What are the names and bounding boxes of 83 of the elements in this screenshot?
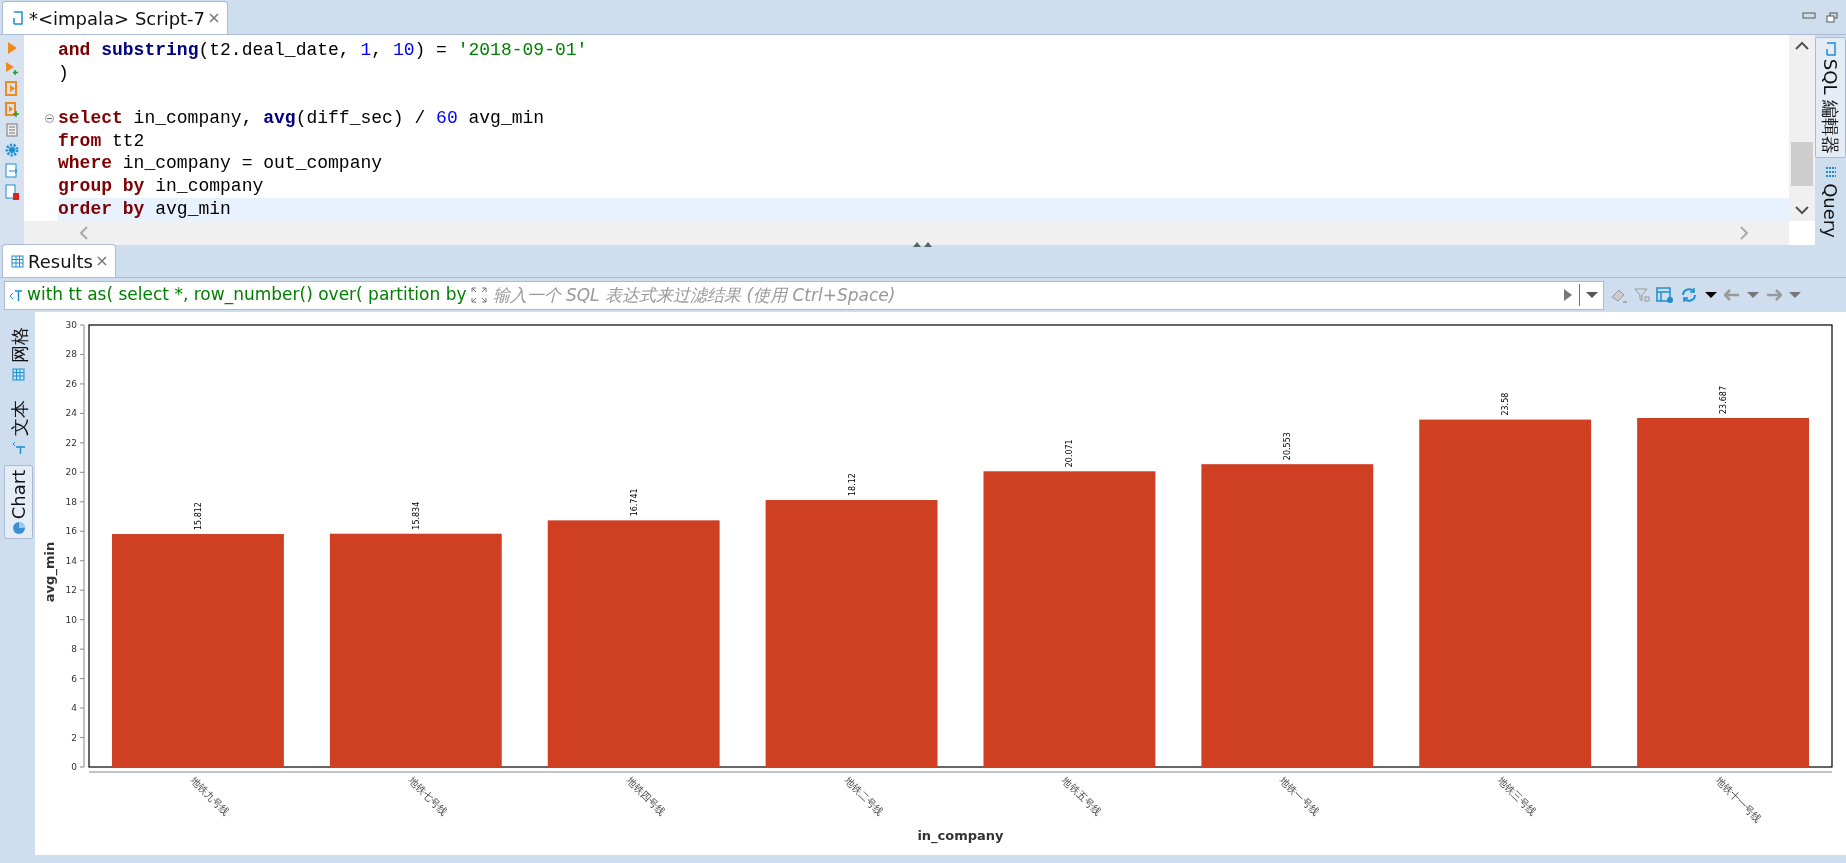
settings-icon[interactable]: [5, 143, 19, 157]
document-icon[interactable]: [6, 123, 18, 137]
play-icon[interactable]: [6, 41, 18, 55]
y-tick-label: 26: [65, 378, 77, 389]
code-line: select in_company, avg(diff_sec) / 60 avg_min: [58, 107, 546, 130]
scroll-down-icon[interactable]: [1795, 205, 1809, 215]
code-line: group by in_company: [58, 175, 265, 198]
side-tab[interactable]: Chart: [4, 465, 33, 539]
data-label: 23.58: [1501, 392, 1511, 416]
eraser-icon[interactable]: [1610, 287, 1628, 303]
y-tick-label: 12: [65, 585, 77, 596]
table-icon: [11, 254, 24, 268]
data-label: 15.834: [411, 501, 421, 530]
side-tab[interactable]: SQL 編輯器: [1815, 37, 1846, 158]
side-tab[interactable]: 网格: [4, 318, 33, 385]
code-line: and substring(t2.deal_date, 1, 10) = '2018-09-01': [58, 39, 589, 62]
y-tick-label: 18: [65, 496, 77, 507]
data-label: 23.687: [1719, 386, 1729, 414]
x-tick-label: 地铁十一号线: [1713, 774, 1764, 825]
x-tick-label: 地铁九号线: [188, 774, 232, 818]
close-icon[interactable]: [209, 13, 220, 23]
x-axis-title: in_company: [917, 828, 1004, 843]
back-icon[interactable]: [1724, 289, 1740, 301]
scrollbar-thumb[interactable]: [1791, 141, 1813, 186]
document-error-icon[interactable]: [5, 184, 19, 200]
refresh-icon[interactable]: [1680, 286, 1698, 304]
play-plus-icon[interactable]: [5, 61, 19, 75]
y-axis-title: avg_min: [42, 541, 57, 603]
fold-icon[interactable]: [45, 113, 54, 123]
x-tick-label: 地铁二号线: [842, 774, 886, 818]
data-label: 16.741: [629, 488, 639, 517]
y-tick-label: 24: [65, 408, 77, 419]
script-icon: [1823, 41, 1838, 57]
script-icon: [11, 10, 25, 26]
y-tick-label: 16: [65, 526, 77, 537]
minimize-icon[interactable]: [1802, 11, 1816, 20]
pie-chart-icon: [11, 521, 26, 535]
text-icon: [9, 288, 23, 302]
x-tick-label: 地铁四号线: [624, 774, 668, 818]
code-line: where in_company = out_company: [58, 152, 384, 176]
script-play-plus-icon[interactable]: [5, 102, 19, 117]
dropdown-icon[interactable]: [1704, 291, 1718, 299]
side-tab[interactable]: 文本: [4, 391, 33, 459]
text-icon: [11, 441, 26, 455]
y-tick-label: 22: [65, 437, 77, 448]
y-tick-label: 28: [65, 349, 77, 360]
data-label: 18.12: [847, 473, 857, 497]
results-tab[interactable]: Results: [2, 244, 116, 277]
x-tick-label: 地铁七号线: [406, 774, 450, 818]
scroll-left-icon[interactable]: [79, 225, 88, 240]
side-tab[interactable]: Query: [1815, 162, 1846, 244]
collapse-arrows-icon[interactable]: [912, 240, 934, 248]
y-tick-label: 10: [65, 614, 77, 625]
y-tick-label: 6: [71, 673, 77, 684]
expand-icon[interactable]: [470, 287, 487, 303]
scroll-up-icon[interactable]: [1795, 41, 1809, 50]
y-tick-label: 2: [71, 732, 77, 743]
y-tick-label: 8: [71, 644, 77, 655]
query-text: with tt as( select *, row_number() over( partition by: [26, 283, 468, 307]
grid-icon: [12, 368, 25, 381]
filter-icon[interactable]: [1634, 287, 1650, 303]
code-line: from tt2: [58, 129, 146, 153]
table-settings-icon[interactable]: [1656, 286, 1674, 304]
scroll-right-icon[interactable]: [1740, 225, 1749, 240]
code-line: ): [58, 61, 70, 85]
forward-icon[interactable]: [1766, 289, 1782, 301]
y-tick-label: 30: [65, 320, 77, 330]
y-tick-label: 0: [71, 762, 77, 772]
data-label: 20.553: [1283, 432, 1293, 461]
x-tick-label: 地铁五号线: [1060, 774, 1104, 818]
filter-field[interactable]: with tt as( select *, row_number() over( partition by 输入一个 SQL 表达式来过滤结果 (使用 Ctrl+Space): [4, 280, 1604, 310]
grid-icon: [1824, 166, 1837, 178]
close-icon[interactable]: [97, 256, 107, 266]
script-play-icon[interactable]: [5, 81, 19, 96]
data-label: 20.071: [1065, 439, 1075, 468]
x-tick-label: 地铁三号线: [1495, 774, 1539, 818]
y-tick-label: 20: [65, 467, 77, 478]
data-label: 15.812: [193, 502, 203, 531]
y-tick-label: 14: [65, 555, 77, 566]
editor-tab[interactable]: *<impala> Script-7: [2, 1, 229, 34]
y-tick-label: 4: [71, 703, 77, 714]
restore-icon[interactable]: [1826, 11, 1838, 23]
x-tick-label: 地铁一号线: [1277, 774, 1322, 818]
